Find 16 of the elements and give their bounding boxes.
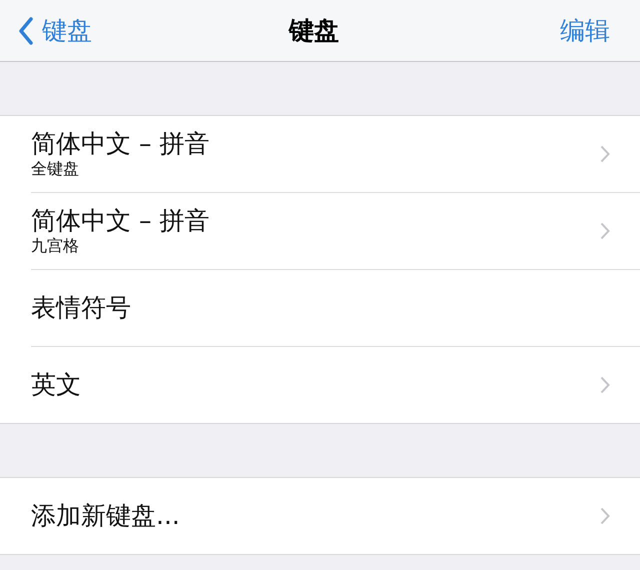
row-title: 简体中文 – 拼音 (31, 206, 210, 236)
row-subtitle: 九宫格 (31, 236, 80, 256)
list-row[interactable]: 英文 (0, 347, 640, 423)
edit-button[interactable]: 编辑 (560, 14, 610, 47)
row-title: 英文 (31, 370, 81, 400)
row-title: 添加新键盘... (31, 501, 180, 531)
list-row[interactable]: 表情符号 (0, 270, 640, 346)
row-subtitle: 全键盘 (31, 159, 80, 179)
page-title: 键盘 (289, 15, 339, 47)
back-button[interactable]: 键盘 (18, 14, 92, 47)
back-icon (18, 16, 34, 44)
list-row[interactable]: 简体中文 – 拼音 全键盘 (0, 116, 640, 192)
list-row[interactable]: 添加新键盘... (0, 478, 640, 554)
row-title: 简体中文 – 拼音 (31, 129, 210, 160)
row-title: 表情符号 (31, 293, 131, 323)
list-row[interactable]: 简体中文 – 拼音 九宫格 (0, 193, 640, 269)
